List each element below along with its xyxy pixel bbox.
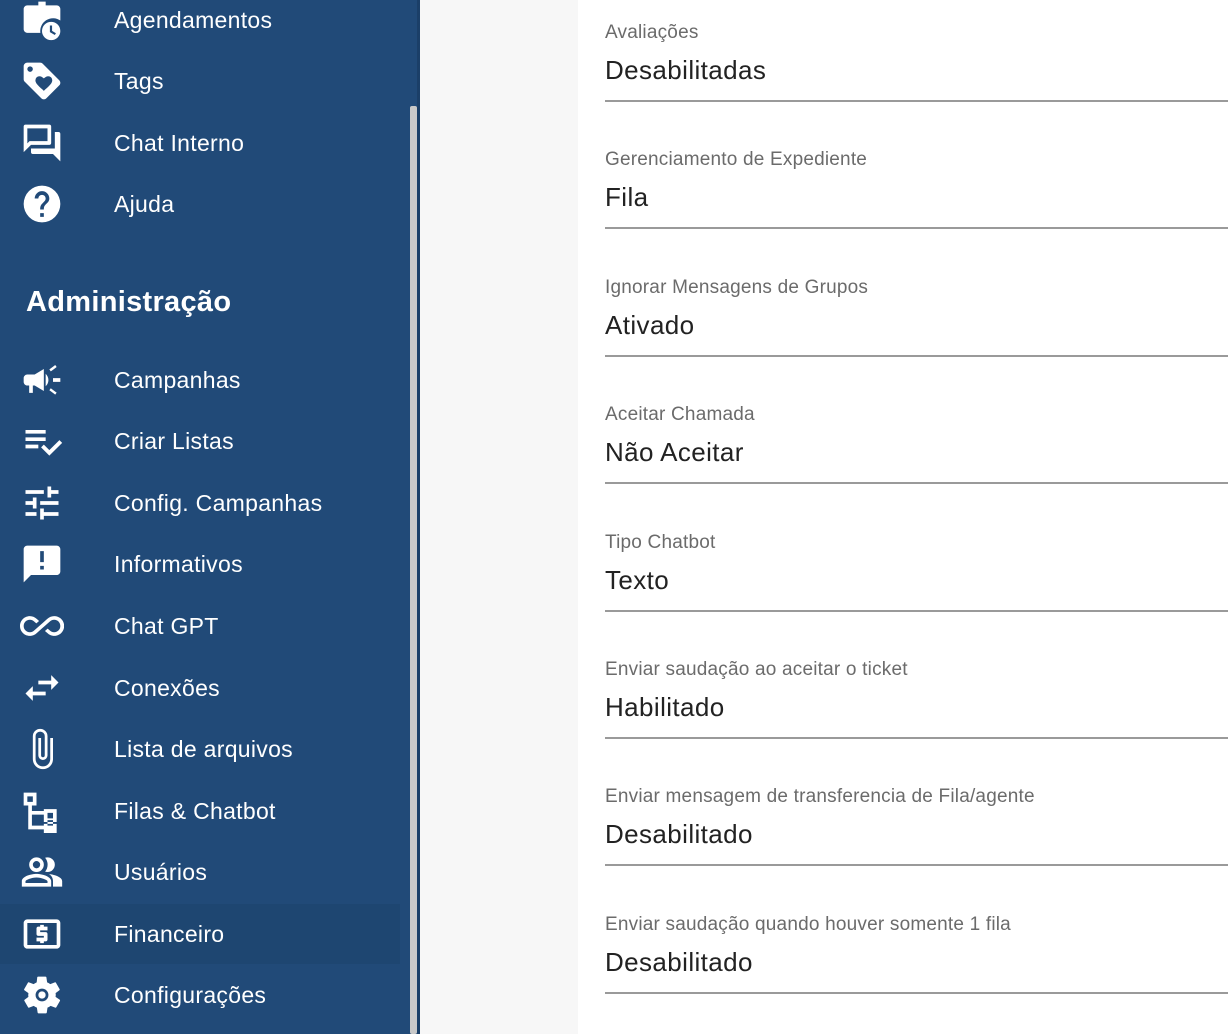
field-label: Enviar saudação quando houver somente 1 …	[605, 914, 1011, 935]
sidebar-scrollbar-thumb[interactable]	[410, 106, 417, 1034]
sidebar-item-label: Chat Interno	[114, 129, 245, 156]
select-avaliacoes[interactable]: Avaliações Desabilitadas	[605, 22, 1228, 122]
field-underline	[605, 100, 1228, 102]
field-underline	[605, 992, 1228, 994]
sidebar-item-label: Lista de arquivos	[114, 735, 293, 762]
select-mensagem-transferencia[interactable]: Enviar mensagem de transferencia de Fila…	[605, 786, 1228, 886]
hierarchy-icon	[18, 787, 66, 835]
sidebar-item-campanhas[interactable]: Campanhas	[0, 350, 400, 410]
field-label: Gerenciamento de Expediente	[605, 149, 868, 170]
field-value[interactable]: Desabilitado	[605, 819, 753, 850]
sidebar-item-criar-listas[interactable]: Criar Listas	[0, 411, 400, 471]
sidebar-item-label: Tags	[114, 67, 164, 94]
sidebar-item-label: Informativos	[114, 550, 243, 577]
tune-icon	[18, 479, 66, 527]
select-tipo-chatbot[interactable]: Tipo Chatbot Texto	[605, 532, 1228, 632]
field-underline	[605, 610, 1228, 612]
field-label: Ignorar Mensagens de Grupos	[605, 277, 869, 298]
section-title-administracao: Administração	[26, 286, 232, 318]
sidebar-item-label: Conexões	[114, 674, 220, 701]
sidebar-item-agendamentos[interactable]: Agendamentos	[0, 0, 400, 50]
sidebar-item-filas-chatbot[interactable]: Filas & Chatbot	[0, 781, 400, 841]
sidebar-item-label: Chat GPT	[114, 612, 219, 639]
sidebar-item-config-campanhas[interactable]: Config. Campanhas	[0, 473, 400, 533]
calendar-clock-icon	[18, 0, 66, 44]
field-value[interactable]: Desabilitado	[605, 947, 753, 978]
field-label: Avaliações	[605, 22, 699, 43]
select-saudacao-aceitar-ticket[interactable]: Enviar saudação ao aceitar o ticket Habi…	[605, 659, 1228, 759]
sidebar-item-label: Campanhas	[114, 366, 241, 393]
tag-heart-icon	[18, 57, 66, 105]
sidebar-item-label: Configurações	[114, 981, 267, 1008]
field-underline	[605, 864, 1228, 866]
sidebar-item-ajuda[interactable]: Ajuda	[0, 174, 400, 234]
people-icon	[18, 848, 66, 896]
select-aceitar-chamada[interactable]: Aceitar Chamada Não Aceitar	[605, 404, 1228, 504]
sidebar-item-configuracoes[interactable]: Configurações	[0, 965, 400, 1025]
forum-icon	[18, 119, 66, 167]
field-value[interactable]: Fila	[605, 182, 649, 213]
gear-icon	[18, 971, 66, 1019]
sidebar-item-chat-gpt[interactable]: Chat GPT	[0, 596, 400, 656]
infinity-icon	[18, 602, 66, 650]
select-ignorar-mensagens-grupos[interactable]: Ignorar Mensagens de Grupos Ativado	[605, 277, 1228, 377]
sidebar-item-informativos[interactable]: Informativos	[0, 534, 400, 594]
field-value[interactable]: Habilitado	[605, 692, 725, 723]
settings-panel: Avaliações Desabilitadas Gerenciamento d…	[578, 0, 1228, 1034]
sidebar-item-chat-interno[interactable]: Chat Interno	[0, 113, 400, 173]
field-underline	[605, 737, 1228, 739]
sidebar-item-usuarios[interactable]: Usuários	[0, 842, 400, 902]
megaphone-icon	[18, 356, 66, 404]
field-label: Aceitar Chamada	[605, 404, 755, 425]
sidebar-item-label: Usuários	[114, 858, 208, 885]
sidebar-item-label: Financeiro	[114, 920, 225, 947]
field-label: Tipo Chatbot	[605, 532, 716, 553]
sidebar-item-tags[interactable]: Tags	[0, 51, 400, 111]
paperclip-icon	[18, 725, 66, 773]
announcement-icon	[18, 540, 66, 588]
field-value[interactable]: Desabilitadas	[605, 55, 766, 86]
sidebar-item-lista-de-arquivos[interactable]: Lista de arquivos	[0, 719, 400, 779]
sidebar: Agendamentos Tags Chat Interno Ajuda Adm…	[0, 0, 420, 1034]
sidebar-item-label: Ajuda	[114, 190, 175, 217]
swap-arrows-icon	[18, 664, 66, 712]
field-value[interactable]: Ativado	[605, 310, 695, 341]
sidebar-item-label: Config. Campanhas	[114, 489, 323, 516]
select-saudacao-somente-uma-fila[interactable]: Enviar saudação quando houver somente 1 …	[605, 914, 1228, 1014]
field-underline	[605, 227, 1228, 229]
sidebar-item-conexoes[interactable]: Conexões	[0, 658, 400, 718]
field-underline	[605, 355, 1228, 357]
field-underline	[605, 482, 1228, 484]
money-icon	[18, 910, 66, 958]
field-label: Enviar saudação ao aceitar o ticket	[605, 659, 908, 680]
help-circle-icon	[18, 180, 66, 228]
field-value[interactable]: Texto	[605, 565, 669, 596]
field-label: Enviar mensagem de transferencia de Fila…	[605, 786, 1035, 807]
sidebar-item-label: Filas & Chatbot	[114, 797, 276, 824]
playlist-check-icon	[18, 417, 66, 465]
sidebar-item-label: Agendamentos	[114, 6, 273, 33]
field-value[interactable]: Não Aceitar	[605, 437, 744, 468]
main-content: Avaliações Desabilitadas Gerenciamento d…	[420, 0, 1228, 1034]
select-gerenciamento-expediente[interactable]: Gerenciamento de Expediente Fila	[605, 149, 1228, 249]
sidebar-item-financeiro[interactable]: Financeiro	[0, 904, 400, 964]
sidebar-item-label: Criar Listas	[114, 427, 234, 454]
